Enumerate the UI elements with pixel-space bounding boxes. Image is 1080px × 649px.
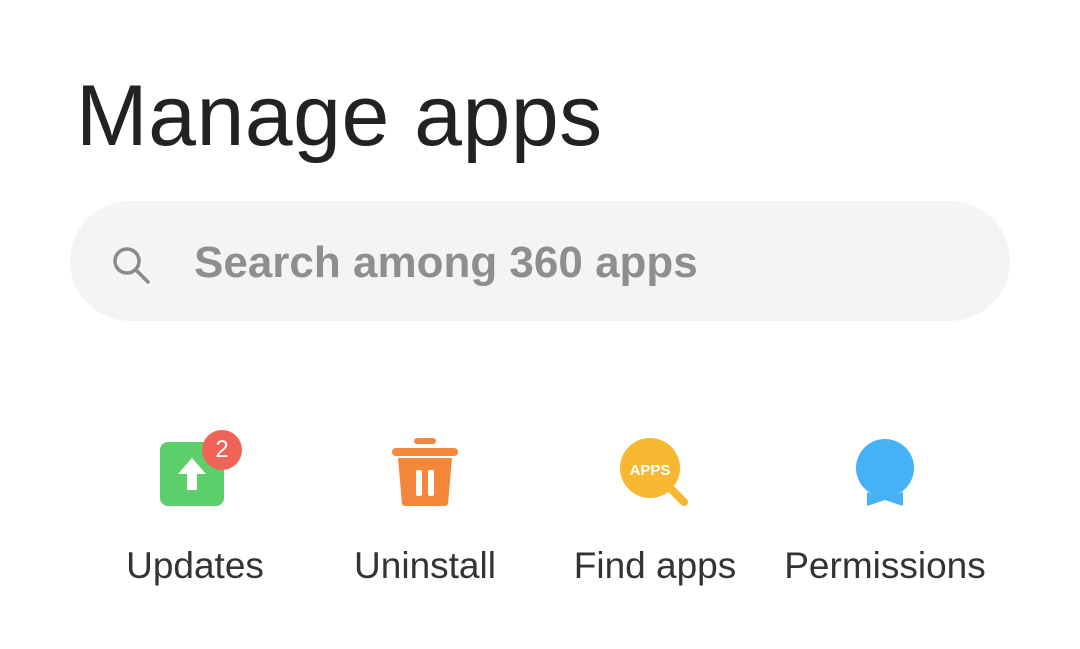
find-apps-icon-text: APPS	[630, 462, 671, 479]
uninstall-button[interactable]: Uninstall	[310, 430, 540, 600]
search-input[interactable]	[194, 231, 954, 295]
updates-count-badge: 2	[202, 430, 242, 470]
trash-icon	[392, 438, 458, 506]
search-icon	[113, 247, 150, 284]
page-title: Manage apps	[76, 68, 603, 164]
manage-apps-screen: Manage apps 2 Updates Uninstall	[0, 0, 1080, 649]
find-apps-icon: APPS	[620, 438, 688, 506]
permissions-button[interactable]: Permissions	[770, 430, 1000, 600]
uninstall-icon-wrap	[380, 430, 470, 520]
updates-label: Updates	[126, 545, 264, 586]
updates-icon-wrap: 2	[150, 430, 242, 520]
updates-button[interactable]: 2 Updates	[80, 430, 310, 600]
find-apps-icon-wrap: APPS	[610, 430, 700, 520]
permissions-icon	[856, 439, 914, 506]
permissions-icon-wrap	[840, 430, 930, 520]
find-apps-label: Find apps	[573, 545, 737, 586]
permissions-label: Permissions	[784, 545, 986, 586]
find-apps-button[interactable]: APPS Find apps	[540, 430, 770, 600]
uninstall-label: Uninstall	[354, 545, 496, 586]
